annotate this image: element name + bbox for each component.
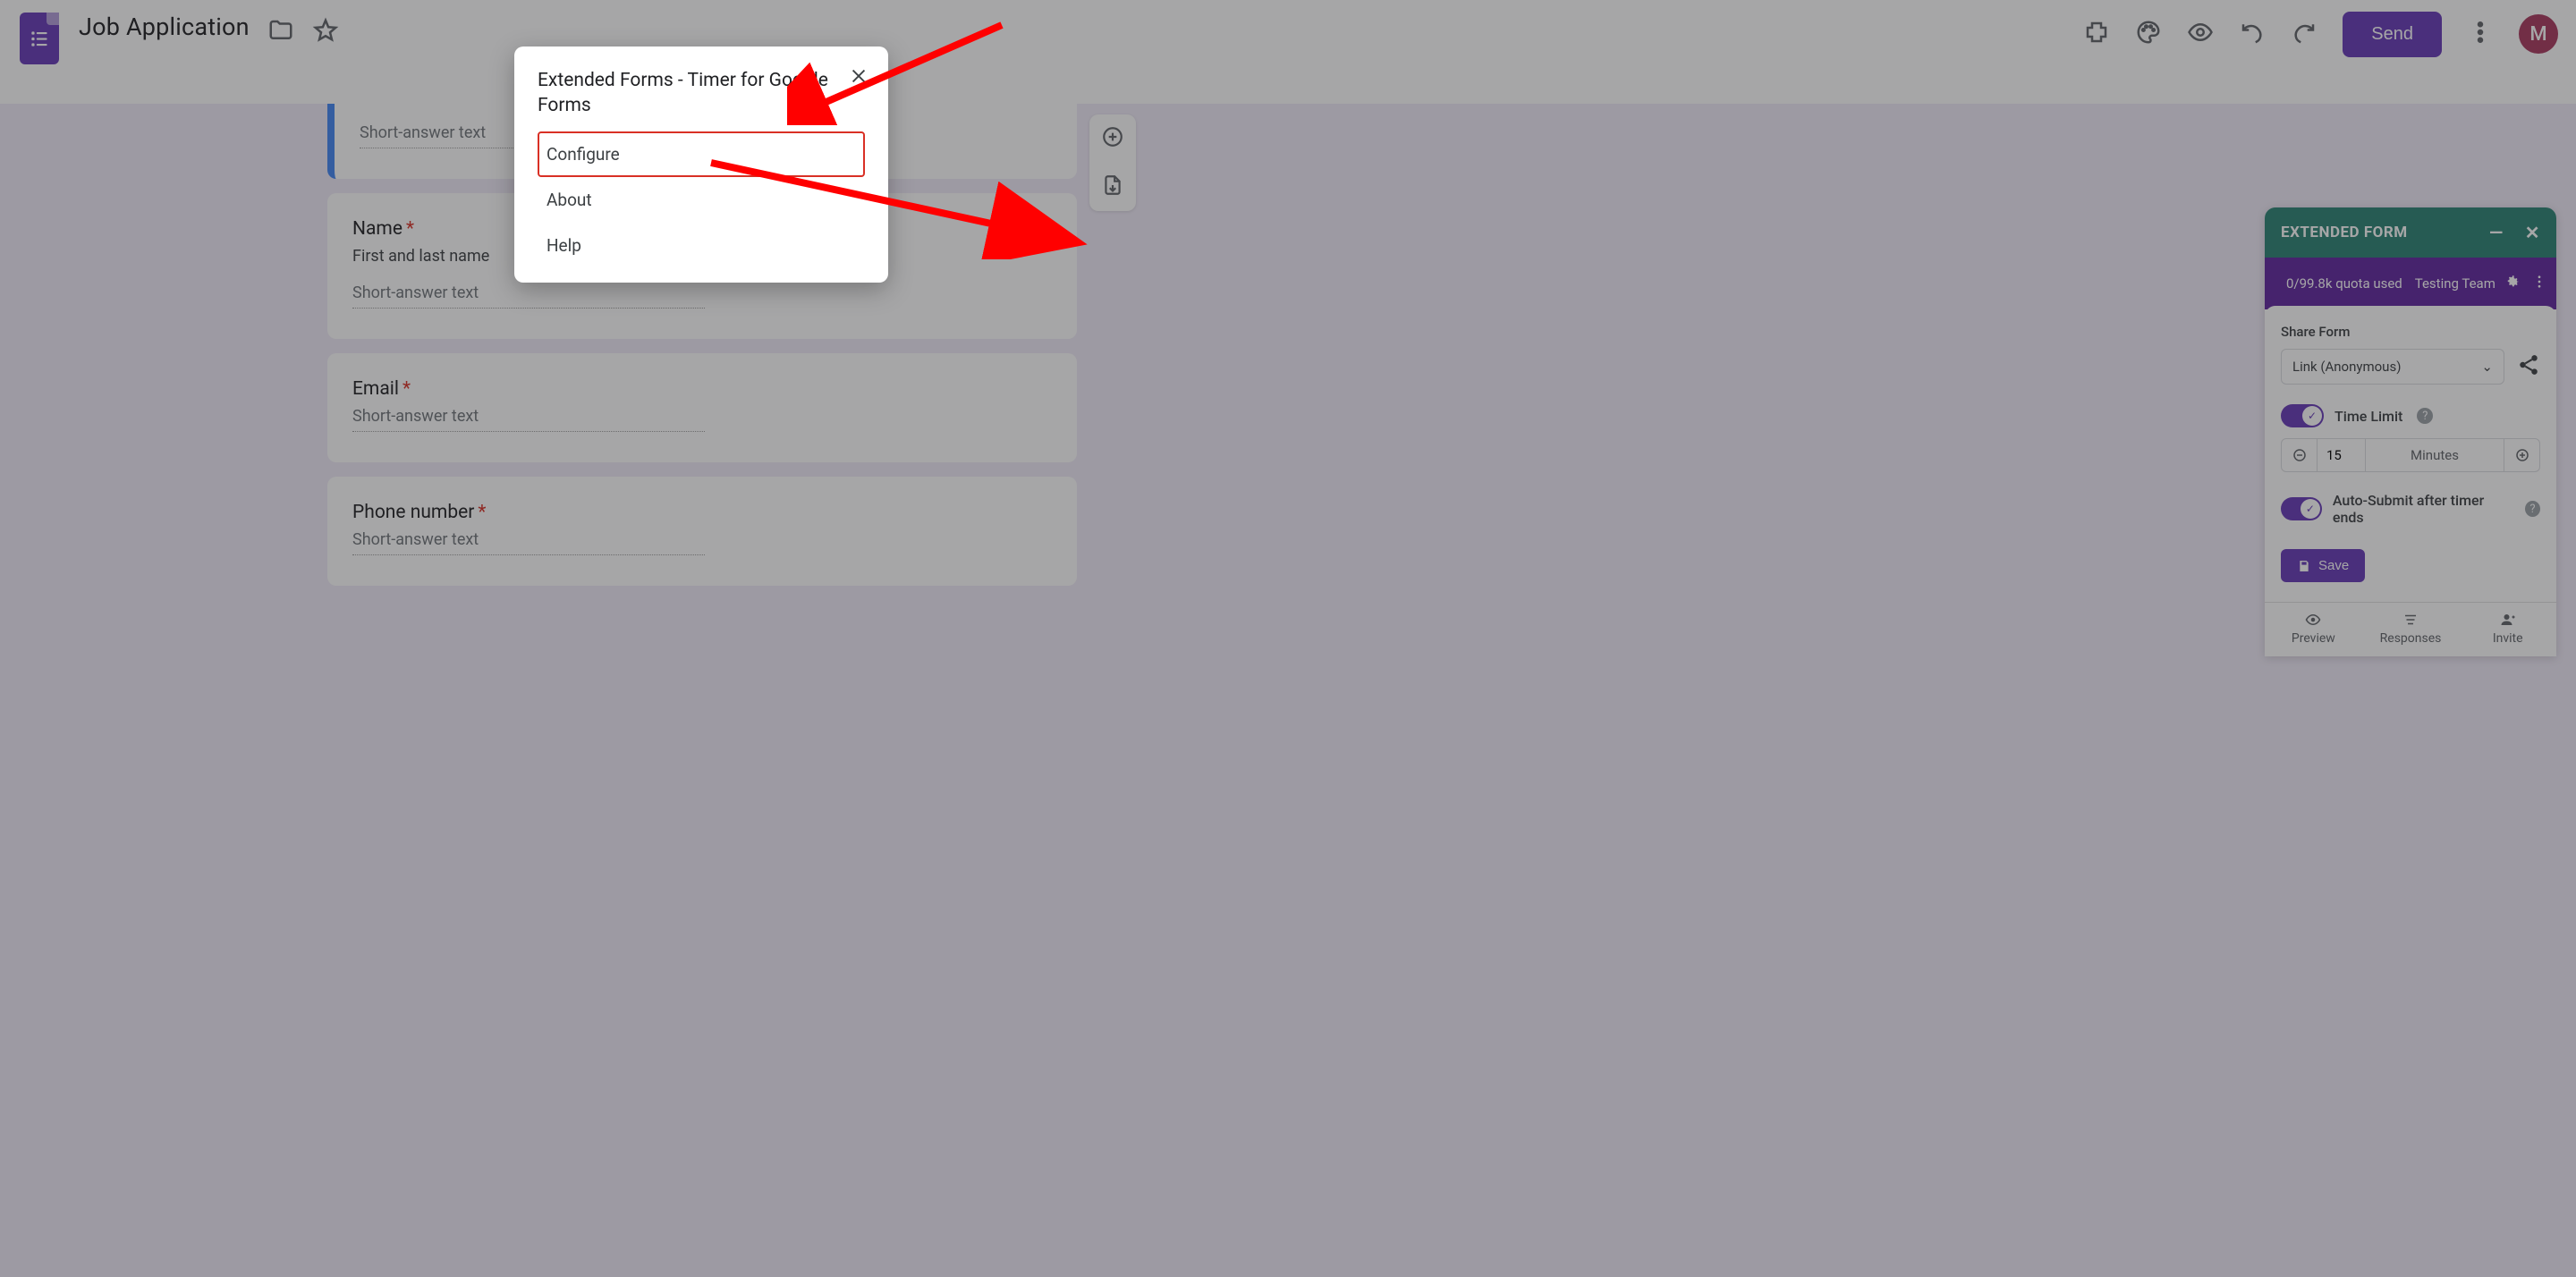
- menu-item-help[interactable]: Help: [538, 223, 865, 268]
- modal-title: Extended Forms - Timer for Google Forms: [538, 68, 865, 119]
- addon-menu-modal: Extended Forms - Timer for Google Forms …: [514, 47, 888, 283]
- modal-close-button[interactable]: [849, 66, 869, 89]
- menu-item-about[interactable]: About: [538, 177, 865, 223]
- menu-item-configure[interactable]: Configure: [538, 131, 865, 177]
- modal-scrim[interactable]: [0, 0, 2576, 1277]
